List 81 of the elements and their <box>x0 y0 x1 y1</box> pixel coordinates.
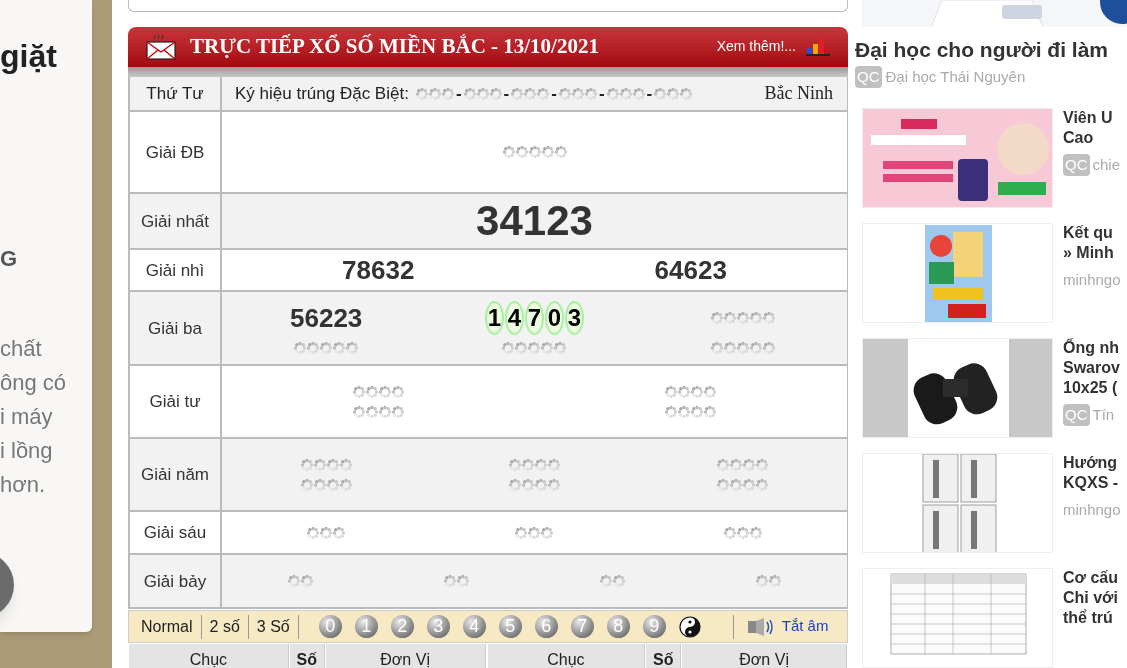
ad-badge: QC <box>1063 404 1090 427</box>
loading-icon <box>653 86 694 101</box>
ad-title[interactable]: Viên U Cao <box>1063 108 1121 148</box>
loading-icon <box>501 341 568 356</box>
code-label: Ký hiệu trúng Đặc Biệt: <box>235 83 409 106</box>
loading-icon <box>722 525 763 540</box>
loading-icon <box>557 86 598 101</box>
column-header: Đơn Vị <box>682 644 847 668</box>
panel-title: TRỰC TIẾP XỔ SỐ MIỀN BẮC - 13/10/2021 <box>190 32 599 60</box>
ad-source: minhngo <box>1063 270 1121 290</box>
yin-yang-icon <box>678 615 701 638</box>
loading-icon <box>508 477 561 492</box>
ad-title[interactable]: Cơ cấu Chỉ với thể trú <box>1063 568 1118 628</box>
ad-source: Tín <box>1092 405 1115 425</box>
loading-icon <box>501 145 568 160</box>
dash: - <box>455 83 462 106</box>
mode-button[interactable]: 2 số <box>209 614 240 639</box>
ad-badge: QC <box>855 65 882 88</box>
ad-title[interactable]: Ống nh Swarov 10x25 ( <box>1063 338 1120 398</box>
prize-label: Giải ba <box>148 317 202 340</box>
mode-button[interactable]: 3 Số <box>256 614 290 639</box>
loading-icon <box>299 457 353 472</box>
loading-icon <box>508 457 561 472</box>
loading-icon <box>755 574 783 589</box>
loading-icon <box>286 574 314 589</box>
prize-label: Giải nhất <box>140 210 209 233</box>
loading-icon <box>299 477 353 492</box>
subheading: G <box>0 246 19 272</box>
loading-icon <box>462 86 503 101</box>
envelope-icon <box>146 33 176 60</box>
ad-source: chie <box>1092 155 1121 175</box>
mode-button[interactable]: Normal <box>141 614 193 639</box>
column-header: Chục <box>487 644 646 668</box>
loading-icon <box>351 384 405 399</box>
ad-source: Đại học Thái Nguyên <box>885 66 1026 87</box>
loading-icon <box>664 384 718 399</box>
column-header: Số <box>646 644 682 668</box>
loading-icon <box>510 86 551 101</box>
loading-icon <box>709 341 776 356</box>
prize-label: Giải ĐB <box>145 141 205 164</box>
weekday-label: Thứ Tư <box>146 83 204 106</box>
loading-icon <box>442 574 470 589</box>
ad-title[interactable]: Đại học cho người đi làm <box>855 35 1127 64</box>
paragraph: chất ông có i máy i lồng hơn. <box>0 335 68 499</box>
loading-icon <box>709 311 776 326</box>
column-header: Chục <box>129 644 289 668</box>
more-link[interactable]: Xem thêm!... <box>716 36 796 58</box>
bar-chart-icon <box>806 37 830 56</box>
loading-icon <box>306 525 347 540</box>
mute-link[interactable]: Tắt âm <box>781 615 829 638</box>
prize-label: Giải bảy <box>143 570 207 593</box>
prize-label: Giải tư <box>149 391 201 414</box>
prize-number: 56223 <box>290 303 363 334</box>
loading-icon <box>414 86 455 101</box>
prize-number: 64623 <box>654 255 727 286</box>
loading-icon <box>599 574 627 589</box>
loading-icon <box>351 404 405 419</box>
dash: - <box>551 83 557 106</box>
heading: giặt <box>0 37 58 76</box>
prize-label: Giải năm <box>141 464 209 487</box>
speaker-icon <box>747 617 774 636</box>
dash: - <box>646 83 653 106</box>
ad-title[interactable]: Kết qu » Minh <box>1063 223 1121 263</box>
loading-icon <box>716 477 770 492</box>
prize-label: Giải nhì <box>145 259 205 282</box>
ad-source: minhngo <box>1063 500 1121 520</box>
loading-icon <box>605 86 646 101</box>
column-header: Đơn Vị <box>325 644 486 668</box>
loading-icon <box>664 404 718 419</box>
ad-badge: QC <box>1063 154 1090 177</box>
prize-label: Giải sáu <box>143 522 207 545</box>
dash: - <box>598 83 605 106</box>
dash: - <box>503 83 510 106</box>
loading-icon <box>716 457 770 472</box>
prize-number: 78632 <box>342 255 415 286</box>
loading-icon <box>514 525 555 540</box>
ad-title[interactable]: Hướng KQXS - <box>1063 453 1121 493</box>
prize-number: 34123 <box>476 198 593 245</box>
column-header: Số <box>289 644 325 668</box>
loading-icon <box>293 341 360 356</box>
province-name: Bắc Ninh <box>764 82 833 106</box>
